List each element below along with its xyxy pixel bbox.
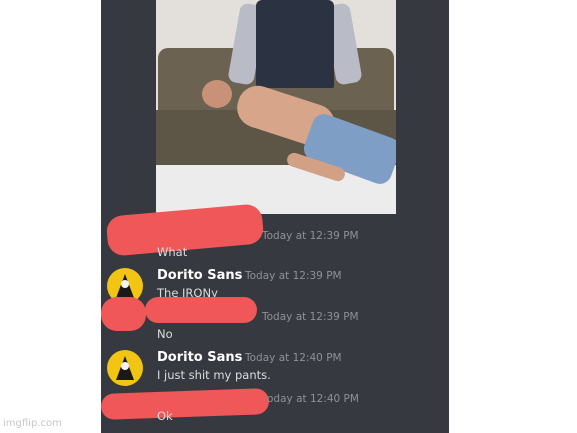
avatar-detail xyxy=(121,280,129,288)
message-username[interactable]: Dorito Sans xyxy=(157,350,242,365)
message-username[interactable]: Dorito Sans xyxy=(157,268,242,283)
message-group: oday at 12:40 PM Ok xyxy=(101,388,449,429)
message-text: No xyxy=(157,327,173,341)
message-timestamp: Today at 12:39 PM xyxy=(262,230,359,242)
photo-person-head xyxy=(202,80,232,108)
message-timestamp: Today at 12:39 PM xyxy=(262,311,359,323)
avatar-detail xyxy=(121,362,129,370)
message-group: Today at 12:39 PM What xyxy=(101,203,449,266)
redaction-mark xyxy=(101,297,146,331)
photo-jersey xyxy=(256,0,334,88)
redaction-mark xyxy=(101,388,270,420)
avatar[interactable] xyxy=(107,350,143,386)
message-text: I just shit my pants. xyxy=(157,368,271,382)
redaction-mark xyxy=(145,297,257,323)
attached-photo[interactable] xyxy=(156,0,396,214)
imgflip-watermark: imgflip.com xyxy=(3,418,62,429)
message-timestamp: Today at 12:39 PM xyxy=(245,270,342,282)
message-group: Today at 12:39 PM No xyxy=(101,297,449,347)
message-text: Ok xyxy=(157,409,173,423)
chat-panel: Today at 12:39 PM What Dorito Sans Today… xyxy=(101,0,449,433)
message-group: Dorito Sans Today at 12:40 PM I just shi… xyxy=(101,346,449,386)
message-text: What xyxy=(157,245,188,259)
message-timestamp: Today at 12:40 PM xyxy=(245,352,342,364)
message-timestamp: oday at 12:40 PM xyxy=(267,393,359,405)
